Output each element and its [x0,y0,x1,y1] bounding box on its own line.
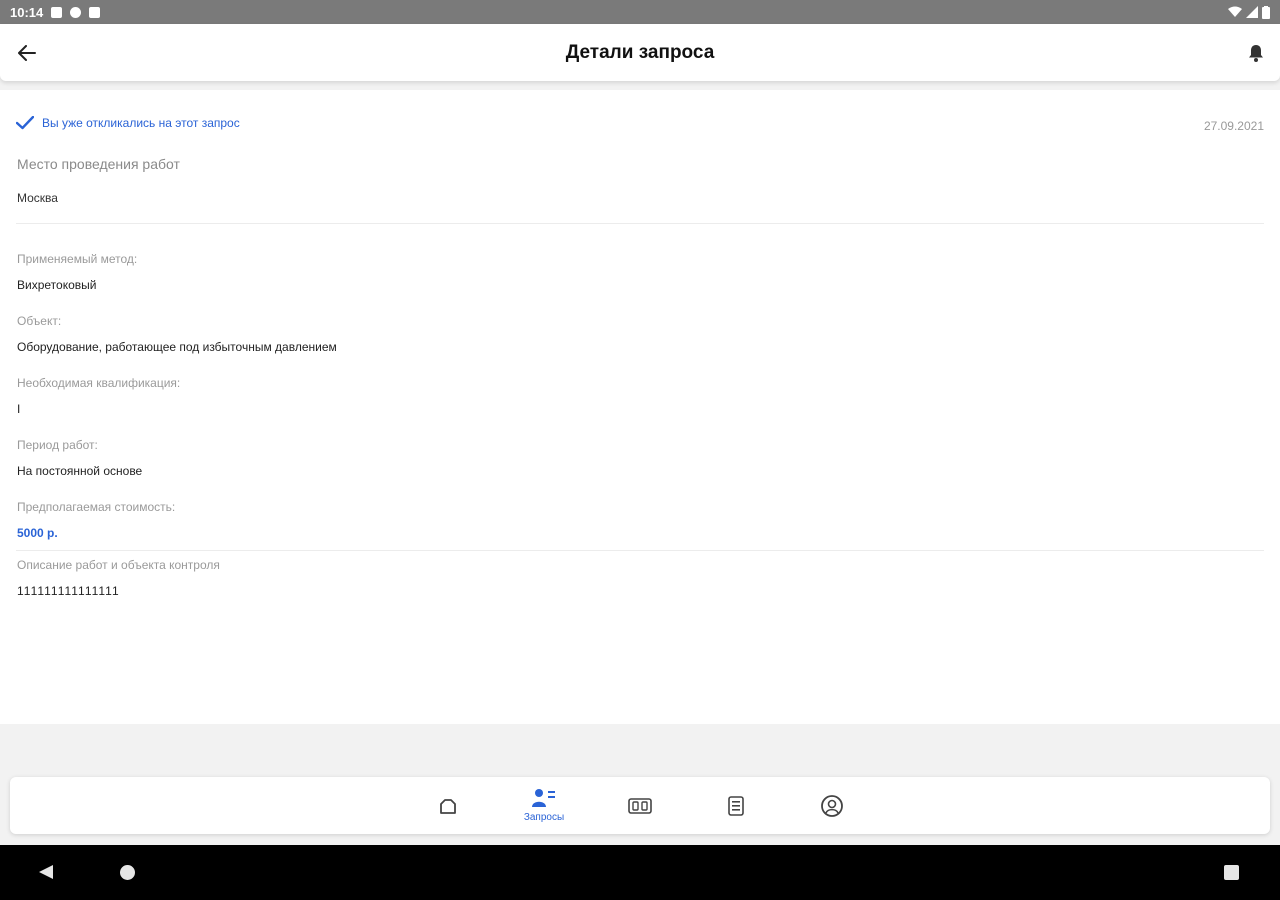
place-value: Москва [17,191,58,205]
bell-icon [1249,45,1263,62]
bottom-navigation: Запросы [10,777,1270,834]
request-details: Вы уже откликались на этот запрос 27.09.… [0,90,1280,724]
system-recents-icon[interactable] [1224,865,1239,880]
system-navigation-bar [0,845,1280,900]
notification-icon [51,6,63,18]
object-value: Оборудование, работающее под избыточным … [17,340,337,354]
document-icon [728,795,744,816]
description-label: Описание работ и объекта контроля [17,558,220,572]
checkmark-icon [16,116,34,130]
status-time: 10:14 [10,4,44,20]
nav-item-profile[interactable] [802,777,862,834]
price-label: Предполагаемая стоимость: [17,500,176,514]
profile-icon [821,794,843,817]
divider [16,550,1264,551]
system-back-icon[interactable] [38,864,54,880]
wallet-icon [628,797,652,814]
requests-icon [532,789,555,807]
description-value: 111111111111111 [17,584,120,598]
qualification-label: Необходимая квалификация: [17,376,181,390]
nav-item-requests[interactable]: Запросы [514,777,574,834]
qualification-value: I [17,402,21,416]
app-notification-icon [70,6,82,18]
status-bar: 10:14 [0,0,1280,24]
notifications-button[interactable] [1244,41,1268,65]
responded-text: Вы уже откликались на этот запрос [42,116,240,130]
nav-item-home[interactable] [418,777,478,834]
method-value: Вихретоковый [17,278,97,292]
system-home-icon[interactable] [120,865,135,880]
method-label: Применяемый метод: [17,252,138,266]
sd-card-icon [89,6,101,18]
signal-icon [1246,6,1258,18]
divider [16,223,1264,224]
place-label: Место проведения работ [17,156,180,172]
request-date: 27.09.2021 [1203,119,1264,133]
nav-item-wallet[interactable] [610,777,670,834]
page-title: Детали запроса [565,41,715,63]
responded-notice: Вы уже откликались на этот запрос [16,116,240,130]
price-value: 5000 р. [17,526,58,540]
app-bar: Детали запроса [0,24,1280,81]
arrow-left-icon [18,45,36,61]
period-value: На постоянной основе [17,464,143,478]
nav-item-documents[interactable] [706,777,766,834]
back-button[interactable] [14,40,40,66]
wifi-icon [1228,6,1242,17]
nav-label-requests: Запросы [523,812,565,823]
object-label: Объект: [17,314,62,328]
home-icon [440,798,456,814]
battery-icon [1262,5,1270,19]
period-label: Период работ: [17,438,98,452]
